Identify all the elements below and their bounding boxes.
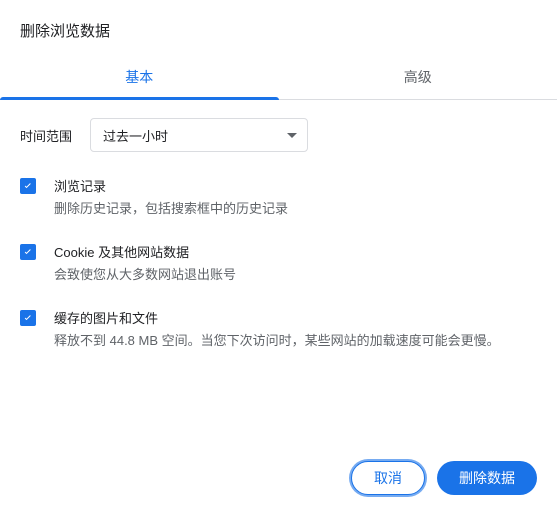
tabs: 基本 高级 [0,57,557,100]
dialog-content: 时间范围 过去一小时 浏览记录 删除历史记录，包括搜索框中的历史记录 Cooki… [0,100,557,445]
checkbox-cookies[interactable] [20,244,36,260]
confirm-button[interactable]: 删除数据 [437,461,537,495]
option-body: Cookie 及其他网站数据 会致使您从大多数网站退出账号 [54,242,537,286]
chevron-down-icon [287,133,297,138]
time-range-select[interactable]: 过去一小时 [90,118,308,152]
option-body: 浏览记录 删除历史记录，包括搜索框中的历史记录 [54,176,537,220]
option-title: 缓存的图片和文件 [54,308,537,327]
option-title: Cookie 及其他网站数据 [54,242,537,261]
option-desc: 删除历史记录，包括搜索框中的历史记录 [54,199,537,220]
option-browsing-history: 浏览记录 删除历史记录，包括搜索框中的历史记录 [20,176,537,220]
option-cached: 缓存的图片和文件 释放不到 44.8 MB 空间。当您下次访问时，某些网站的加载… [20,308,537,352]
time-range-row: 时间范围 过去一小时 [20,118,537,152]
checkmark-icon [22,180,34,192]
dialog-footer: 取消 删除数据 [0,445,557,513]
tab-basic[interactable]: 基本 [0,57,279,99]
option-cookies: Cookie 及其他网站数据 会致使您从大多数网站退出账号 [20,242,537,286]
option-desc: 会致使您从大多数网站退出账号 [54,265,537,286]
time-range-value: 过去一小时 [103,126,168,145]
tab-advanced[interactable]: 高级 [279,57,557,99]
checkmark-icon [22,246,34,258]
dialog-title: 删除浏览数据 [0,0,557,57]
time-range-label: 时间范围 [20,126,72,145]
checkbox-cached[interactable] [20,310,36,326]
checkmark-icon [22,312,34,324]
clear-browsing-data-dialog: 删除浏览数据 基本 高级 时间范围 过去一小时 浏览记录 删除历史记录，包括搜索… [0,0,557,513]
option-title: 浏览记录 [54,176,537,195]
cancel-button[interactable]: 取消 [351,461,425,495]
checkbox-browsing-history[interactable] [20,178,36,194]
option-desc: 释放不到 44.8 MB 空间。当您下次访问时，某些网站的加载速度可能会更慢。 [54,331,537,352]
option-body: 缓存的图片和文件 释放不到 44.8 MB 空间。当您下次访问时，某些网站的加载… [54,308,537,352]
